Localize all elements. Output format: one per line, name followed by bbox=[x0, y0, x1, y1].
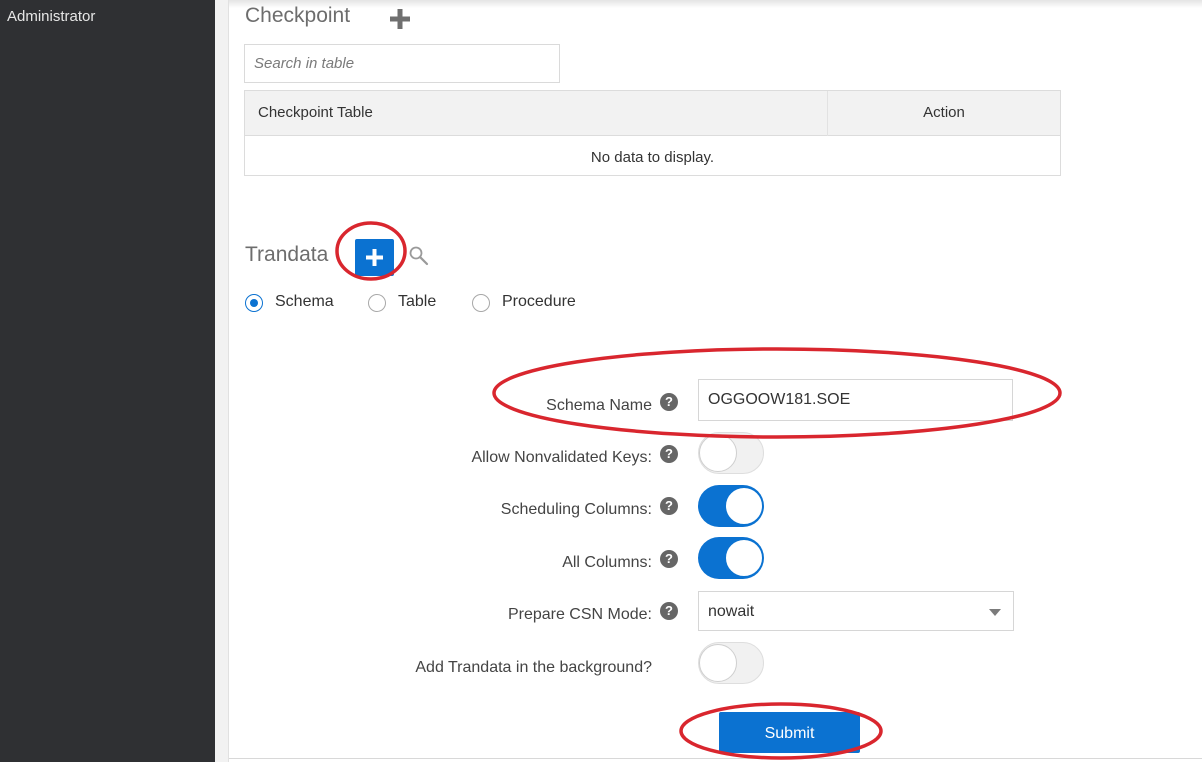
all-columns-label: All Columns: bbox=[562, 554, 652, 571]
schema-name-label: Schema Name bbox=[546, 397, 652, 414]
toggle-knob bbox=[725, 487, 763, 525]
add-in-background-label: Add Trandata in the background? bbox=[415, 659, 652, 676]
help-icon[interactable]: ? bbox=[660, 602, 678, 620]
header-shadow bbox=[229, 0, 1202, 8]
help-icon[interactable]: ? bbox=[660, 393, 678, 411]
help-icon[interactable]: ? bbox=[660, 550, 678, 568]
radio-label-schema: Schema bbox=[275, 293, 334, 310]
sidebar: Administrator bbox=[0, 0, 215, 762]
add-checkpoint-icon[interactable] bbox=[389, 8, 411, 30]
radio-circle-schema[interactable] bbox=[245, 294, 263, 312]
add-in-background-toggle[interactable] bbox=[698, 642, 764, 684]
schema-name-input[interactable] bbox=[698, 379, 1013, 421]
radio-label-procedure: Procedure bbox=[502, 293, 576, 310]
radio-circle-table[interactable] bbox=[368, 294, 386, 312]
prepare-csn-mode-select[interactable]: nowait bbox=[698, 591, 1014, 631]
allow-nonvalidated-keys-label: Allow Nonvalidated Keys: bbox=[471, 449, 652, 466]
radio-circle-procedure[interactable] bbox=[472, 294, 490, 312]
bottom-divider bbox=[229, 758, 1202, 759]
scheduling-columns-toggle[interactable] bbox=[698, 485, 764, 527]
toggle-knob bbox=[699, 644, 737, 682]
scheduling-columns-label: Scheduling Columns: bbox=[500, 501, 652, 518]
column-header-checkpoint-table[interactable]: Checkpoint Table bbox=[258, 104, 373, 121]
allow-nonvalidated-keys-toggle[interactable] bbox=[698, 432, 764, 474]
checkpoint-search-input[interactable] bbox=[244, 44, 560, 83]
help-icon[interactable]: ? bbox=[660, 497, 678, 515]
table-empty-message: No data to display. bbox=[590, 149, 715, 166]
all-columns-toggle[interactable] bbox=[698, 537, 764, 579]
column-header-action[interactable]: Action bbox=[828, 104, 1060, 121]
select-value: nowait bbox=[708, 603, 755, 620]
plus-icon bbox=[366, 249, 383, 266]
checkpoint-title: Checkpoint bbox=[245, 4, 351, 27]
toggle-knob bbox=[699, 434, 737, 472]
help-icon[interactable]: ? bbox=[660, 445, 678, 463]
toggle-knob bbox=[725, 539, 763, 577]
sidebar-item-administrator[interactable]: Administrator bbox=[7, 8, 95, 25]
add-trandata-button[interactable] bbox=[355, 239, 394, 276]
table-header: Checkpoint Table Action bbox=[245, 91, 1060, 136]
radio-label-table: Table bbox=[398, 293, 437, 310]
magnifier-icon[interactable] bbox=[408, 245, 430, 267]
checkpoint-table: Checkpoint Table Action No data to displ… bbox=[244, 90, 1061, 176]
chevron-down-icon bbox=[989, 609, 1001, 616]
submit-button[interactable]: Submit bbox=[719, 712, 860, 753]
trandata-title: Trandata bbox=[245, 243, 329, 266]
sidebar-divider bbox=[215, 0, 229, 762]
radio-dot bbox=[250, 299, 258, 307]
prepare-csn-mode-label: Prepare CSN Mode: bbox=[507, 606, 652, 623]
